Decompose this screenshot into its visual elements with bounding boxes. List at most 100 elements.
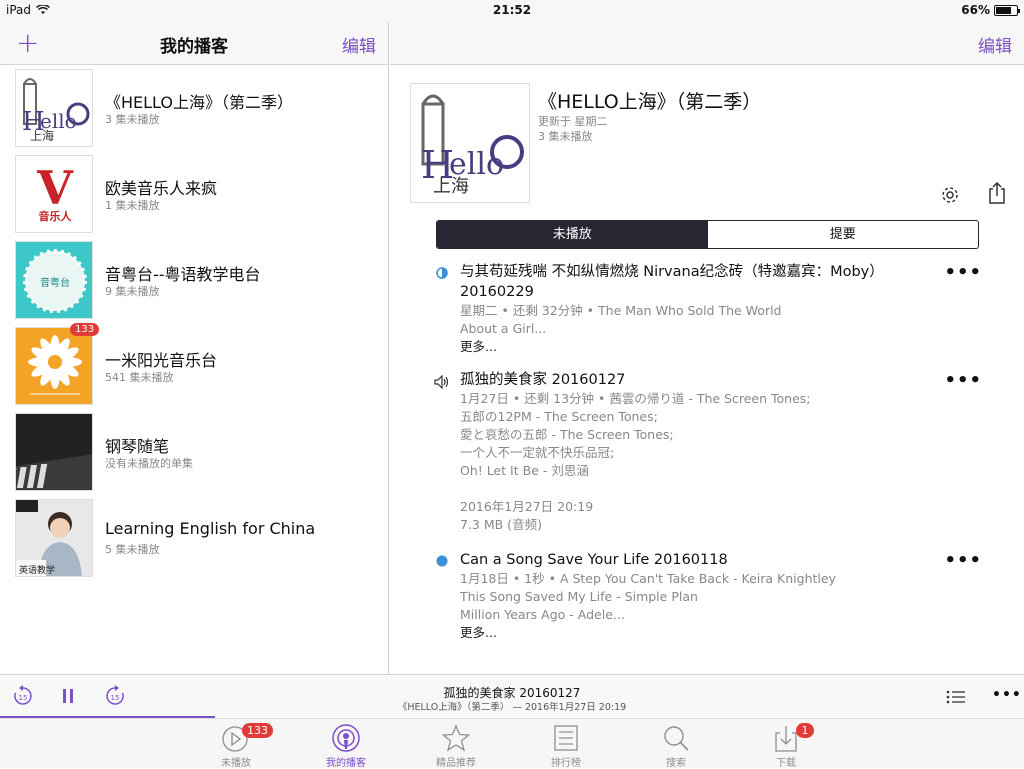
episode-desc: Oh! Let It Be - 刘思涵 [460,462,996,480]
svg-text:音粤台: 音粤台 [40,276,70,289]
podcast-artwork [15,413,93,491]
settings-gear-icon[interactable] [940,185,960,205]
podcast-subtitle: 541 集未播放 [105,369,174,385]
tab-downloads[interactable]: 下载 1 [746,721,826,769]
tab-label: 精品推荐 [436,758,476,769]
podcast-item-piano-notes[interactable]: 钢琴随笔 没有未播放的单集 [0,409,388,495]
mini-player: 15 15 孤独的美食家 20160127 《HELLO上海》（第二季） — 2… [0,674,1024,718]
episode-date: 2016年1月27日 20:19 [460,498,996,516]
segment-summary[interactable]: 提要 [708,221,979,248]
battery-icon [994,5,1018,16]
podcast-title: 音粤台--粤语教学电台 [105,261,261,285]
tab-unplayed[interactable]: 未播放 133 [196,721,276,769]
star-icon [441,723,471,753]
tab-label: 未播放 [221,758,251,769]
left-navbar: + 我的播客 编辑 [0,22,388,65]
edit-episodes-button[interactable]: 编辑 [978,32,1012,57]
episode-meta: 1月18日 • 1秒 • A Step You Can't Take Back … [460,570,996,588]
clock: 21:52 [0,3,1024,17]
svg-text:音乐人: 音乐人 [39,209,73,223]
podcast-item-cantonese-radio[interactable]: 音粤台 音粤台--粤语教学电台 9 集未播放 [0,237,388,323]
tab-my-podcasts[interactable]: 我的播客 [306,721,386,769]
partially-played-icon [436,267,448,279]
podcast-title: 钢琴随笔 [105,433,169,457]
podcast-item-music-mania[interactable]: V 音乐人 欧美音乐人来疯 1 集未播放 [0,151,388,237]
podcast-detail-pane: 编辑 H ello 上海 《HELLO上海》（第二季） 更新于 星期二 3 集未… [390,22,1024,674]
episode-more-link[interactable]: 更多... [460,338,996,356]
podcast-item-sunshine-music[interactable]: 133 一米阳光音乐台 541 集未播放 [0,323,388,409]
podcast-updated: 更新于 星期二 [538,113,608,129]
podcast-subtitle: 1 集未播放 [105,197,160,213]
podcast-detail-title: 《HELLO上海》（第二季） [538,87,761,114]
unplayed-dot-icon [436,555,448,567]
more-options-icon[interactable]: ••• [944,370,982,391]
status-bar: iPad 21:52 66% [0,0,1024,22]
tab-label: 我的播客 [326,758,366,769]
podcast-artwork: 音粤台 [15,241,93,319]
podcast-subtitle: 5 集未播放 [105,541,160,557]
episode-size: 7.3 MB (音频) [460,516,996,534]
tab-badge: 1 [796,723,814,738]
podcast-title: Learning English for China [105,519,315,538]
episode-desc: 一个人不一定就不快乐品冠; [460,444,996,462]
tab-featured[interactable]: 精品推荐 [416,721,496,769]
episode-desc: 愛と哀愁の五郎 - The Screen Tones; [460,426,996,444]
spacer [460,480,996,498]
podcast-title: 欧美音乐人来疯 [105,175,217,199]
episode-list: 与其苟延残喘 不如纵情燃烧 Nirvana纪念砖（特邀嘉宾：Moby）20160… [436,262,996,656]
svg-text:上海: 上海 [433,176,469,197]
tab-search[interactable]: 搜索 [636,721,716,769]
podcast-artwork: V 音乐人 [15,155,93,233]
up-next-list-icon[interactable] [946,690,966,704]
podcast-title: 《HELLO上海》（第二季） [105,89,293,113]
more-options-icon[interactable]: ••• [944,550,982,571]
svg-text:V: V [36,161,74,215]
unplayed-badge: 133 [70,323,99,336]
episode-filter-segment: 未播放 提要 [436,220,979,249]
episode-item[interactable]: Can a Song Save Your Life 20160118 1月18日… [436,550,996,642]
episode-title: 孤独的美食家 20160127 [460,370,920,390]
tab-label: 搜索 [666,758,686,769]
podcast-header: H ello 上海 《HELLO上海》（第二季） 更新于 星期二 3 集未播放 [390,65,1024,215]
podcast-subtitle: 3 集未播放 [105,111,160,127]
episode-title: 与其苟延残喘 不如纵情燃烧 Nirvana纪念砖（特邀嘉宾：Moby）20160… [460,262,920,302]
episode-desc: Million Years Ago - Adele... [460,606,996,624]
right-navbar: 编辑 [390,22,1024,65]
tab-bar: 未播放 133 我的播客 精品推荐 排行榜 搜索 [0,718,1024,768]
episode-title: Can a Song Save Your Life 20160118 [460,550,920,570]
podcast-subtitle: 9 集未播放 [105,283,160,299]
podcast-title: 一米阳光音乐台 [105,347,217,371]
svg-text:英语教学: 英语教学 [19,564,55,576]
podcast-item-learning-english[interactable]: 英语教学 Learning English for China 5 集未播放 [0,495,388,581]
edit-list-button[interactable]: 编辑 [342,32,376,57]
podcast-artwork [15,327,93,405]
episode-item[interactable]: 与其苟延残喘 不如纵情燃烧 Nirvana纪念砖（特邀嘉宾：Moby）20160… [436,262,996,356]
podcast-subtitle: 没有未播放的单集 [105,455,193,471]
svg-text:上海: 上海 [30,128,54,143]
tab-label: 下载 [776,758,796,769]
episode-more-link[interactable]: 更多... [460,624,996,642]
share-icon[interactable] [988,182,1006,204]
page-title: 我的播客 [0,32,388,57]
list-icon [551,723,581,753]
episode-desc: This Song Saved My Life - Simple Plan [460,588,996,606]
podcast-artwork: 英语教学 [15,499,93,577]
podcast-item-hello-shanghai[interactable]: H ello 上海 《HELLO上海》（第二季） 3 集未播放 [0,65,388,151]
podcast-icon [331,723,361,753]
tab-badge: 133 [242,723,273,738]
podcast-artwork-large: H ello 上海 [410,83,530,203]
episode-meta: 星期二 • 还剩 32分钟 • The Man Who Sold The Wor… [460,302,996,320]
podcast-list: H ello 上海 《HELLO上海》（第二季） 3 集未播放 V 音乐人 欧美… [0,65,388,581]
player-more-icon[interactable]: ••• [992,687,1022,703]
battery-percent: 66% [961,3,990,17]
tab-top-charts[interactable]: 排行榜 [526,721,606,769]
episode-desc: About a Girl... [460,320,996,338]
episode-desc: 五郎の12PM - The Screen Tones; [460,408,996,426]
podcast-unplayed-count: 3 集未播放 [538,128,593,144]
segment-unplayed[interactable]: 未播放 [437,221,708,248]
more-options-icon[interactable]: ••• [944,262,982,283]
episode-item[interactable]: 孤独的美食家 20160127 1月27日 • 还剩 13分钟 • 茜雲の帰り道… [436,370,996,534]
now-playing-subtitle: 《HELLO上海》（第二季） — 2016年1月27日 20:19 [0,699,1024,713]
episode-meta: 1月27日 • 还剩 13分钟 • 茜雲の帰り道 - The Screen To… [460,390,996,408]
podcast-list-pane: + 我的播客 编辑 H ello 上海 《HELLO上海》（第二季） 3 集未播… [0,22,389,674]
